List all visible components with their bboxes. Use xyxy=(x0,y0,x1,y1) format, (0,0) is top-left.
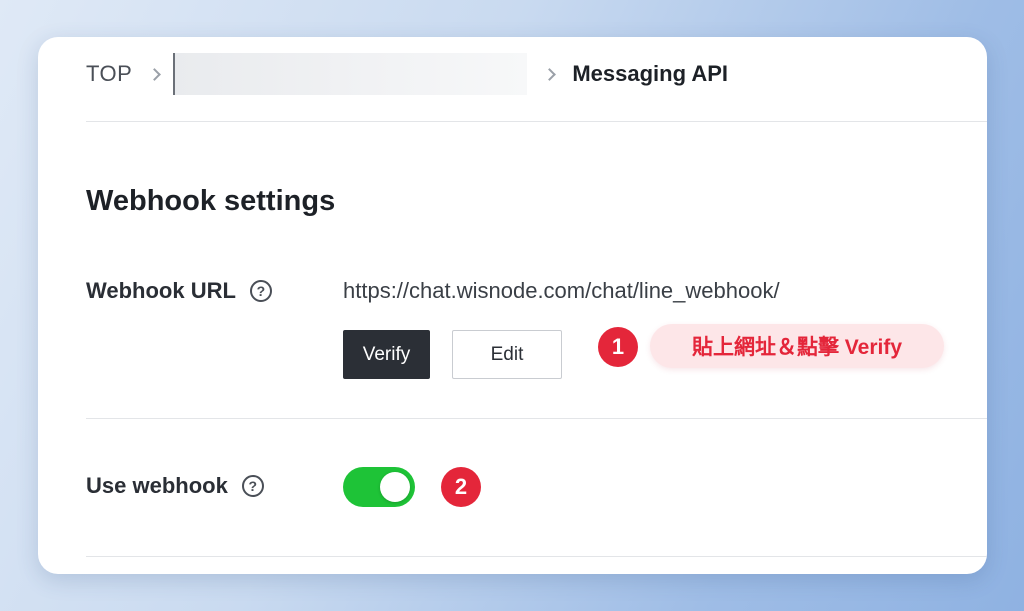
webhook-url-value: https://chat.wisnode.com/chat/line_webho… xyxy=(343,278,780,303)
help-icon[interactable]: ? xyxy=(249,280,272,302)
breadcrumb-current: Messaging API xyxy=(572,61,728,86)
chevron-right-icon xyxy=(543,67,557,81)
chevron-right-icon xyxy=(148,67,162,81)
verify-button[interactable]: Verify xyxy=(343,330,430,379)
breadcrumb-top-link[interactable]: TOP xyxy=(86,61,132,87)
breadcrumb: TOP I Messaging API xyxy=(86,53,728,95)
use-webhook-label: Use webhook xyxy=(86,473,228,498)
settings-card: TOP I Messaging API Webhook settings Web… xyxy=(38,37,987,574)
bottom-divider xyxy=(86,556,987,557)
toggle-knob xyxy=(380,472,410,502)
help-icon[interactable]: ? xyxy=(241,475,264,497)
step-1-badge: 1 xyxy=(598,327,638,367)
use-webhook-toggle[interactable] xyxy=(343,467,415,507)
webhook-url-label-row: Webhook URL ? xyxy=(86,278,272,304)
header-divider xyxy=(86,121,987,122)
breadcrumb-redacted-channel[interactable]: I xyxy=(173,53,528,95)
step-2-badge: 2 xyxy=(441,467,481,507)
webhook-url-label: Webhook URL xyxy=(86,278,236,303)
use-webhook-label-row: Use webhook ? xyxy=(86,473,264,499)
row-divider xyxy=(86,418,987,419)
section-title: Webhook settings xyxy=(86,185,336,217)
step-1-callout: 貼上網址＆點擊 Verify xyxy=(650,324,944,368)
edit-button[interactable]: Edit xyxy=(452,330,562,379)
